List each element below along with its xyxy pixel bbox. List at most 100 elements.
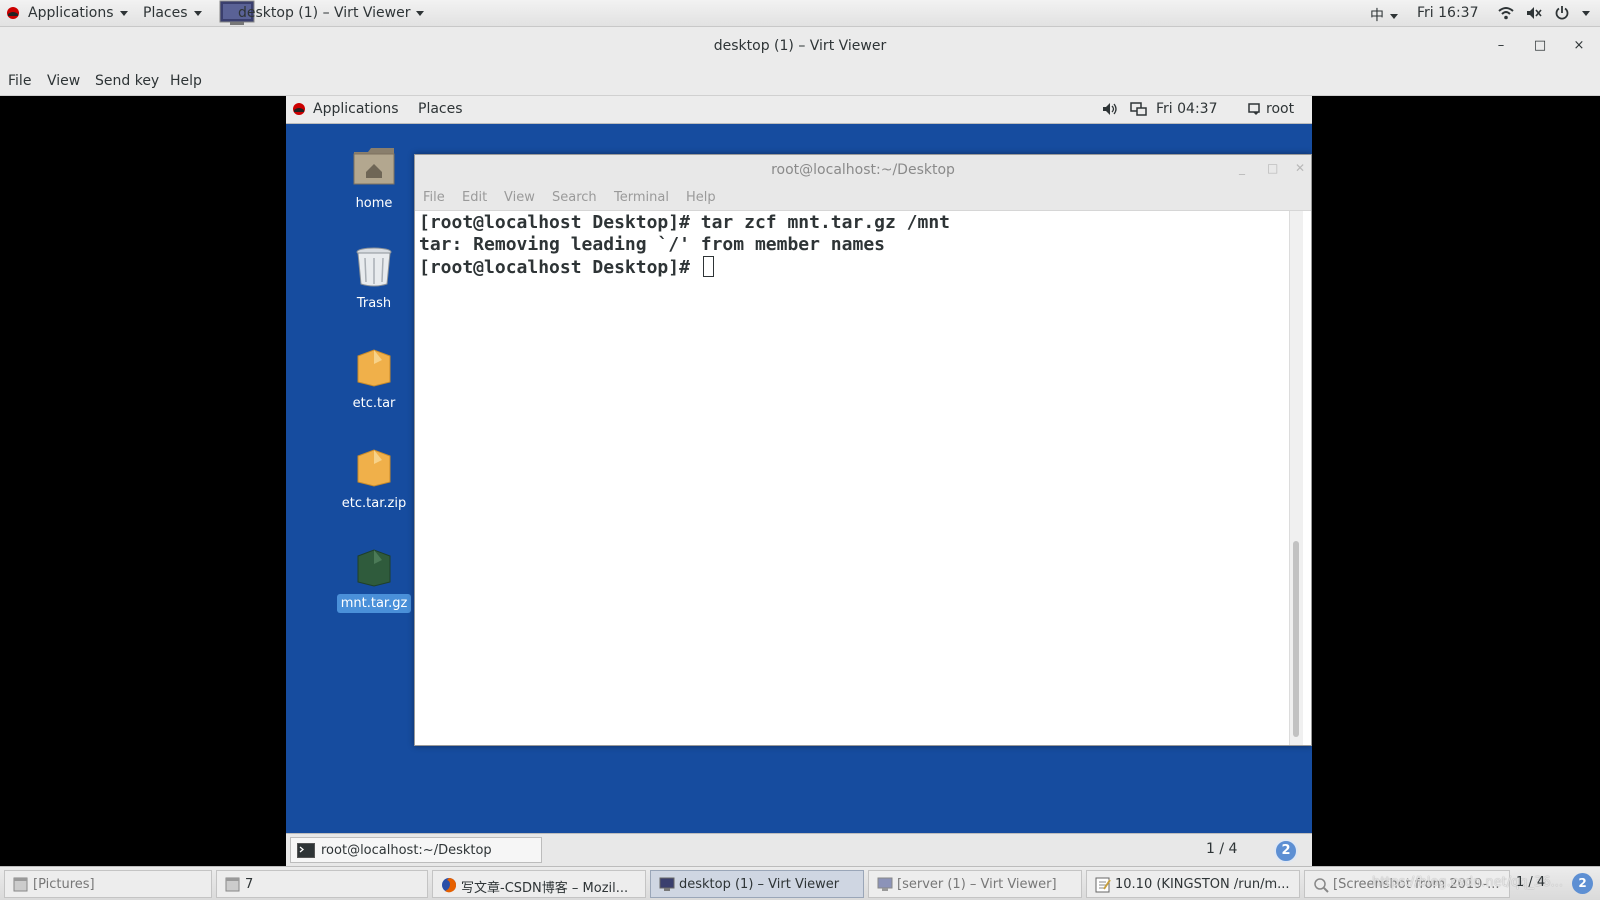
terminal-maximize-button[interactable]: □ [1267, 161, 1278, 175]
host-applications-label: Applications [28, 5, 114, 21]
terminal-titlebar[interactable]: root@localhost:~/Desktop _ □ ✕ [415, 155, 1311, 185]
input-method-indicator[interactable]: 中 [1370, 5, 1398, 25]
guest-user-menu[interactable]: root [1266, 101, 1294, 117]
terminal-menu-help[interactable]: Help [686, 190, 716, 205]
host-task-label: 7 [245, 877, 254, 892]
chevron-down-icon[interactable] [1582, 11, 1590, 16]
host-active-window-menu[interactable]: desktop (1) – Virt Viewer [238, 5, 425, 21]
monitor-icon [877, 877, 893, 892]
firefox-icon [441, 877, 457, 893]
chevron-down-icon [1390, 13, 1398, 19]
host-taskbar: [Pictures] 7 写文章-CSDN博客 – Mozil... deskt… [0, 866, 1600, 900]
desktop-icon-label: etc.tar.zip [341, 496, 407, 511]
power-icon[interactable] [1554, 5, 1570, 25]
host-task-label: [Pictures] [33, 877, 95, 892]
terminal-menu-view[interactable]: View [504, 190, 535, 205]
desktop-icon-label: Trash [356, 296, 392, 311]
notification-badge[interactable]: 2 [1274, 839, 1298, 863]
desktop-icon-home[interactable]: home [336, 144, 412, 213]
host-top-panel: Applications Places desktop (1) – Virt V… [0, 0, 1600, 27]
terminal-line: [root@localhost Desktop]# [419, 257, 701, 278]
input-method-label: 中 [1370, 8, 1384, 24]
host-clock[interactable]: Fri 16:37 [1417, 5, 1478, 21]
host-active-window-label: desktop (1) – Virt Viewer [238, 5, 411, 21]
redhat-logo-icon[interactable] [292, 102, 306, 120]
terminal-line: [root@localhost Desktop]# tar zcf mnt.ta… [419, 212, 951, 233]
guest-task-terminal[interactable]: root@localhost:~/Desktop [290, 837, 542, 863]
user-menu-icon[interactable] [1248, 102, 1262, 120]
host-task-label: 10.10 (KINGSTON /run/m... [1115, 877, 1290, 892]
desktop-icon-mnt-tar-gz[interactable]: mnt.tar.gz [336, 544, 412, 613]
terminal-title: root@localhost:~/Desktop [771, 162, 955, 178]
volume-muted-icon[interactable] [1526, 6, 1542, 24]
desktop-icon-etc-tar-zip[interactable]: etc.tar.zip [336, 444, 412, 513]
menu-view[interactable]: View [47, 73, 80, 89]
terminal-window[interactable]: root@localhost:~/Desktop _ □ ✕ File Edit… [414, 154, 1312, 746]
archive-icon [352, 344, 396, 388]
host-task-server-viewer[interactable]: [server (1) – Virt Viewer] [868, 870, 1082, 898]
menu-help[interactable]: Help [170, 73, 202, 89]
host-places-label: Places [143, 5, 188, 21]
host-task-desktop-viewer[interactable]: desktop (1) – Virt Viewer [650, 870, 864, 898]
guest-bottom-panel: root@localhost:~/Desktop 1 / 4 2 [286, 833, 1312, 866]
close-button[interactable]: × [1571, 38, 1587, 53]
terminal-menu-file[interactable]: File [423, 190, 445, 205]
terminal-scrollbar[interactable] [1289, 211, 1303, 745]
minimize-button[interactable]: – [1493, 38, 1509, 53]
desktop-icon-label: etc.tar [352, 396, 396, 411]
guest-places-menu[interactable]: Places [418, 101, 463, 117]
redhat-logo-icon[interactable] [6, 6, 20, 24]
terminal-menu-search[interactable]: Search [552, 190, 597, 205]
host-task-label: 写文章-CSDN博客 – Mozil... [461, 881, 629, 896]
host-task-7[interactable]: 7 [216, 870, 428, 898]
guest-applications-menu[interactable]: Applications [313, 101, 399, 117]
desktop-icon-etc-tar[interactable]: etc.tar [336, 344, 412, 413]
desktop-icon-label: home [355, 196, 393, 211]
host-places-menu[interactable]: Places [143, 5, 202, 21]
window-icon [13, 877, 28, 892]
terminal-close-button[interactable]: ✕ [1295, 161, 1305, 175]
host-applications-menu[interactable]: Applications [28, 5, 128, 21]
terminal-prompt-line: [root@localhost Desktop]# [419, 256, 1279, 279]
monitor-icon [659, 877, 675, 892]
desktop-icon-trash[interactable]: Trash [336, 244, 412, 313]
terminal-menu-terminal[interactable]: Terminal [614, 190, 669, 205]
host-notification-badge[interactable]: 2 [1572, 873, 1593, 894]
host-task-firefox[interactable]: 写文章-CSDN博客 – Mozil... [432, 870, 646, 898]
guest-task-label: root@localhost:~/Desktop [321, 843, 492, 858]
archive-gz-icon [352, 544, 396, 588]
window-icon [225, 877, 240, 892]
desktop-icon-label: mnt.tar.gz [336, 594, 412, 613]
host-task-pictures[interactable]: [Pictures] [4, 870, 212, 898]
volume-icon[interactable] [1102, 102, 1118, 120]
menu-file[interactable]: File [8, 73, 31, 89]
chevron-down-icon [193, 10, 202, 16]
terminal-minimize-button[interactable]: _ [1239, 161, 1245, 175]
terminal-scrollbar-thumb[interactable] [1293, 541, 1299, 737]
wifi-icon[interactable] [1498, 6, 1514, 24]
host-task-text-editor[interactable]: 10.10 (KINGSTON /run/m... [1086, 870, 1300, 898]
guest-screen[interactable]: Applications Places Fri 04:37 root home … [286, 96, 1312, 866]
network-wired-icon[interactable] [1130, 102, 1147, 121]
menu-send-key[interactable]: Send key [95, 73, 159, 89]
viewer-menubar: File View Send key Help [0, 67, 1600, 96]
terminal-output[interactable]: [root@localhost Desktop]# tar zcf mnt.ta… [419, 212, 1279, 742]
terminal-menubar: File Edit View Search Terminal Help [415, 185, 1311, 211]
image-viewer-icon [1313, 877, 1329, 893]
maximize-button[interactable]: □ [1532, 38, 1548, 53]
guest-clock[interactable]: Fri 04:37 [1156, 101, 1217, 117]
viewer-titlebar: desktop (1) – Virt Viewer – □ × [0, 27, 1600, 67]
archive-icon [352, 444, 396, 488]
terminal-menu-edit[interactable]: Edit [462, 190, 487, 205]
viewer-title: desktop (1) – Virt Viewer [713, 38, 887, 54]
terminal-icon [297, 843, 315, 862]
host-task-label: desktop (1) – Virt Viewer [679, 877, 840, 892]
workspace-indicator[interactable]: 1 / 4 [1206, 841, 1237, 857]
trash-icon [352, 244, 396, 288]
text-editor-icon [1095, 877, 1111, 893]
terminal-cursor [702, 256, 714, 277]
chevron-down-icon [119, 10, 128, 16]
folder-home-icon [352, 144, 396, 188]
host-workspace-pager[interactable]: 1 / 4 [1516, 875, 1545, 890]
host-task-label: [server (1) – Virt Viewer] [897, 877, 1057, 892]
